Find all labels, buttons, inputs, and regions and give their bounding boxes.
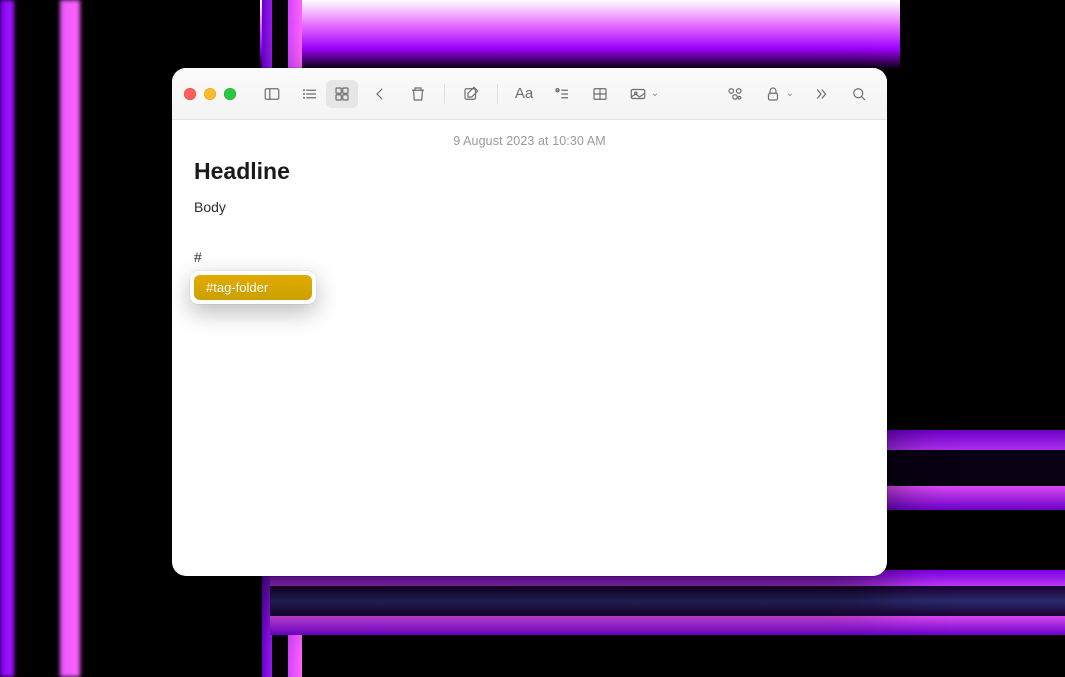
trash-icon [409, 85, 427, 103]
hash-trigger-text[interactable]: # [194, 249, 865, 265]
notes-window: Aa ⌄ ⌄ 9 [172, 68, 887, 576]
toggle-sidebar-button[interactable] [256, 80, 288, 108]
delete-note-button[interactable] [402, 80, 434, 108]
window-controls [184, 88, 236, 100]
photo-icon [629, 85, 647, 103]
close-window-button[interactable] [184, 88, 196, 100]
fullscreen-window-button[interactable] [224, 88, 236, 100]
checklist-icon [553, 85, 571, 103]
lock-icon [764, 85, 782, 103]
list-icon [301, 85, 319, 103]
grid-icon [333, 85, 351, 103]
note-editor[interactable]: 9 August 2023 at 10:30 AM Headline Body … [172, 120, 887, 576]
sidebar-icon [263, 85, 281, 103]
note-timestamp: 9 August 2023 at 10:30 AM [194, 134, 865, 148]
window-toolbar: Aa ⌄ ⌄ [172, 68, 887, 120]
table-icon [591, 85, 609, 103]
more-toolbar-button[interactable] [805, 80, 837, 108]
link-note-button[interactable] [719, 80, 751, 108]
search-button[interactable] [843, 80, 875, 108]
search-icon [850, 85, 868, 103]
tag-suggestion-popover: #tag-folder [190, 271, 316, 304]
toolbar-separator [497, 84, 498, 104]
table-button[interactable] [584, 80, 616, 108]
gallery-view-button[interactable] [326, 80, 358, 108]
back-button[interactable] [364, 80, 396, 108]
toolbar-separator [444, 84, 445, 104]
chevron-down-icon[interactable]: ⌄ [785, 88, 795, 99]
compose-icon [462, 85, 480, 103]
wallpaper-stripe [270, 570, 1065, 635]
note-title[interactable]: Headline [194, 158, 865, 185]
checklist-button[interactable] [546, 80, 578, 108]
list-view-button[interactable] [294, 80, 326, 108]
minimize-window-button[interactable] [204, 88, 216, 100]
note-body[interactable]: Body [194, 199, 865, 215]
format-icon: Aa [515, 85, 533, 102]
chevron-left-icon [371, 85, 389, 103]
new-note-button[interactable] [455, 80, 487, 108]
link-icon [726, 85, 744, 103]
chevron-down-icon[interactable]: ⌄ [650, 88, 660, 99]
format-text-button[interactable]: Aa [508, 80, 540, 108]
tag-suggestion-item[interactable]: #tag-folder [194, 275, 312, 300]
wallpaper-stripe [0, 0, 80, 677]
wallpaper-gradient [260, 0, 900, 70]
chevrons-right-icon [812, 85, 830, 103]
